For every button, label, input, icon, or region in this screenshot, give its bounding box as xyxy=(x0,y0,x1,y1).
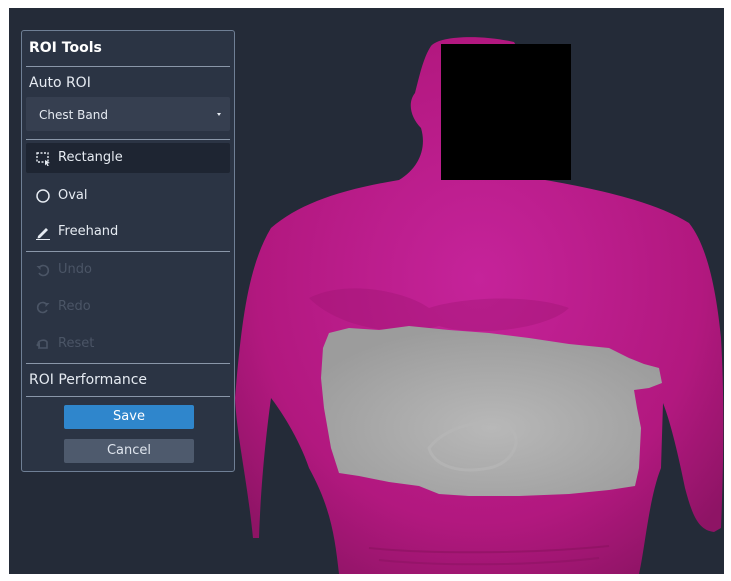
divider xyxy=(26,66,230,67)
divider xyxy=(26,396,230,397)
tool-freehand[interactable]: Freehand xyxy=(26,217,230,247)
caret-down-icon xyxy=(217,113,221,116)
tool-oval[interactable]: Oval xyxy=(26,181,230,211)
tool-oval-label: Oval xyxy=(58,188,88,203)
redo-icon xyxy=(36,301,50,314)
divider xyxy=(26,251,230,252)
reset-button[interactable]: Reset xyxy=(26,329,230,359)
undo-button[interactable]: Undo xyxy=(26,255,230,285)
roi-tools-panel: ROI Tools Auto ROI Chest Band Rectangle … xyxy=(21,30,235,472)
divider xyxy=(26,139,230,140)
undo-label: Undo xyxy=(58,262,92,277)
panel-title: ROI Tools xyxy=(29,40,102,56)
auto-roi-selected: Chest Band xyxy=(39,108,108,122)
auto-roi-label: Auto ROI xyxy=(29,75,91,91)
roi-performance-label: ROI Performance xyxy=(29,372,148,388)
face-redaction-box xyxy=(441,44,571,180)
undo-icon xyxy=(36,264,50,277)
cancel-button[interactable]: Cancel xyxy=(64,439,194,463)
redo-button[interactable]: Redo xyxy=(26,292,230,322)
auto-roi-select[interactable]: Chest Band xyxy=(26,97,230,131)
save-button[interactable]: Save xyxy=(64,405,194,429)
reset-label: Reset xyxy=(58,336,95,351)
rectangle-select-icon xyxy=(36,152,50,166)
redo-label: Redo xyxy=(58,299,91,314)
oval-icon xyxy=(36,189,50,203)
roi-chest-band[interactable] xyxy=(321,326,662,496)
tool-rectangle[interactable]: Rectangle xyxy=(26,143,230,173)
pencil-icon xyxy=(36,228,50,240)
reset-icon xyxy=(36,339,48,349)
tool-rectangle-label: Rectangle xyxy=(58,150,123,165)
tool-freehand-label: Freehand xyxy=(58,224,119,239)
divider xyxy=(26,363,230,364)
